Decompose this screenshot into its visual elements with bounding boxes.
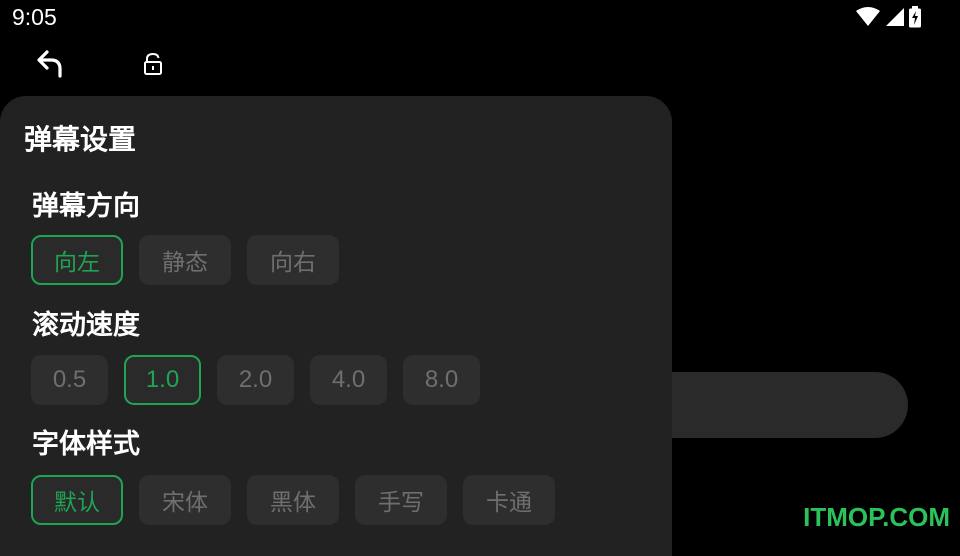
speed-option-0-5[interactable]: 0.5 bbox=[31, 355, 108, 405]
lock-toggle-button[interactable] bbox=[135, 48, 171, 84]
panel-title: 弹幕设置 bbox=[24, 123, 137, 156]
back-button[interactable] bbox=[32, 48, 68, 84]
back-arrow-icon bbox=[36, 49, 64, 83]
direction-option-left[interactable]: 向左 bbox=[31, 235, 123, 285]
direction-options: 向左 静态 向右 bbox=[31, 235, 355, 285]
speed-option-4-0[interactable]: 4.0 bbox=[310, 355, 387, 405]
speed-option-8-0[interactable]: 8.0 bbox=[403, 355, 480, 405]
speed-option-1-0[interactable]: 1.0 bbox=[124, 355, 201, 405]
font-section-title: 字体样式 bbox=[32, 429, 140, 460]
status-icons bbox=[856, 6, 922, 28]
signal-icon bbox=[884, 7, 904, 27]
wifi-icon bbox=[856, 7, 880, 27]
font-option-heiti[interactable]: 黑体 bbox=[247, 475, 339, 525]
unlock-icon bbox=[142, 52, 164, 80]
speed-option-2-0[interactable]: 2.0 bbox=[217, 355, 294, 405]
direction-option-right[interactable]: 向右 bbox=[247, 235, 339, 285]
speed-section-title: 滚动速度 bbox=[32, 310, 140, 341]
watermark: ITMOP.COM bbox=[803, 502, 950, 532]
danmaku-settings-panel: 弹幕设置 弹幕方向 向左 静态 向右 滚动速度 0.5 1.0 2.0 4.0 … bbox=[0, 96, 672, 556]
font-option-handwriting[interactable]: 手写 bbox=[355, 475, 447, 525]
font-options: 默认 宋体 黑体 手写 卡通 bbox=[31, 475, 571, 525]
speed-options: 0.5 1.0 2.0 4.0 8.0 bbox=[31, 355, 496, 405]
status-time: 9:05 bbox=[12, 4, 57, 30]
status-bar: 9:05 bbox=[0, 0, 960, 36]
battery-charging-icon bbox=[908, 6, 922, 28]
font-option-songti[interactable]: 宋体 bbox=[139, 475, 231, 525]
direction-option-static[interactable]: 静态 bbox=[139, 235, 231, 285]
direction-section-title: 弹幕方向 bbox=[32, 191, 140, 222]
font-option-default[interactable]: 默认 bbox=[31, 475, 123, 525]
font-option-cartoon[interactable]: 卡通 bbox=[463, 475, 555, 525]
